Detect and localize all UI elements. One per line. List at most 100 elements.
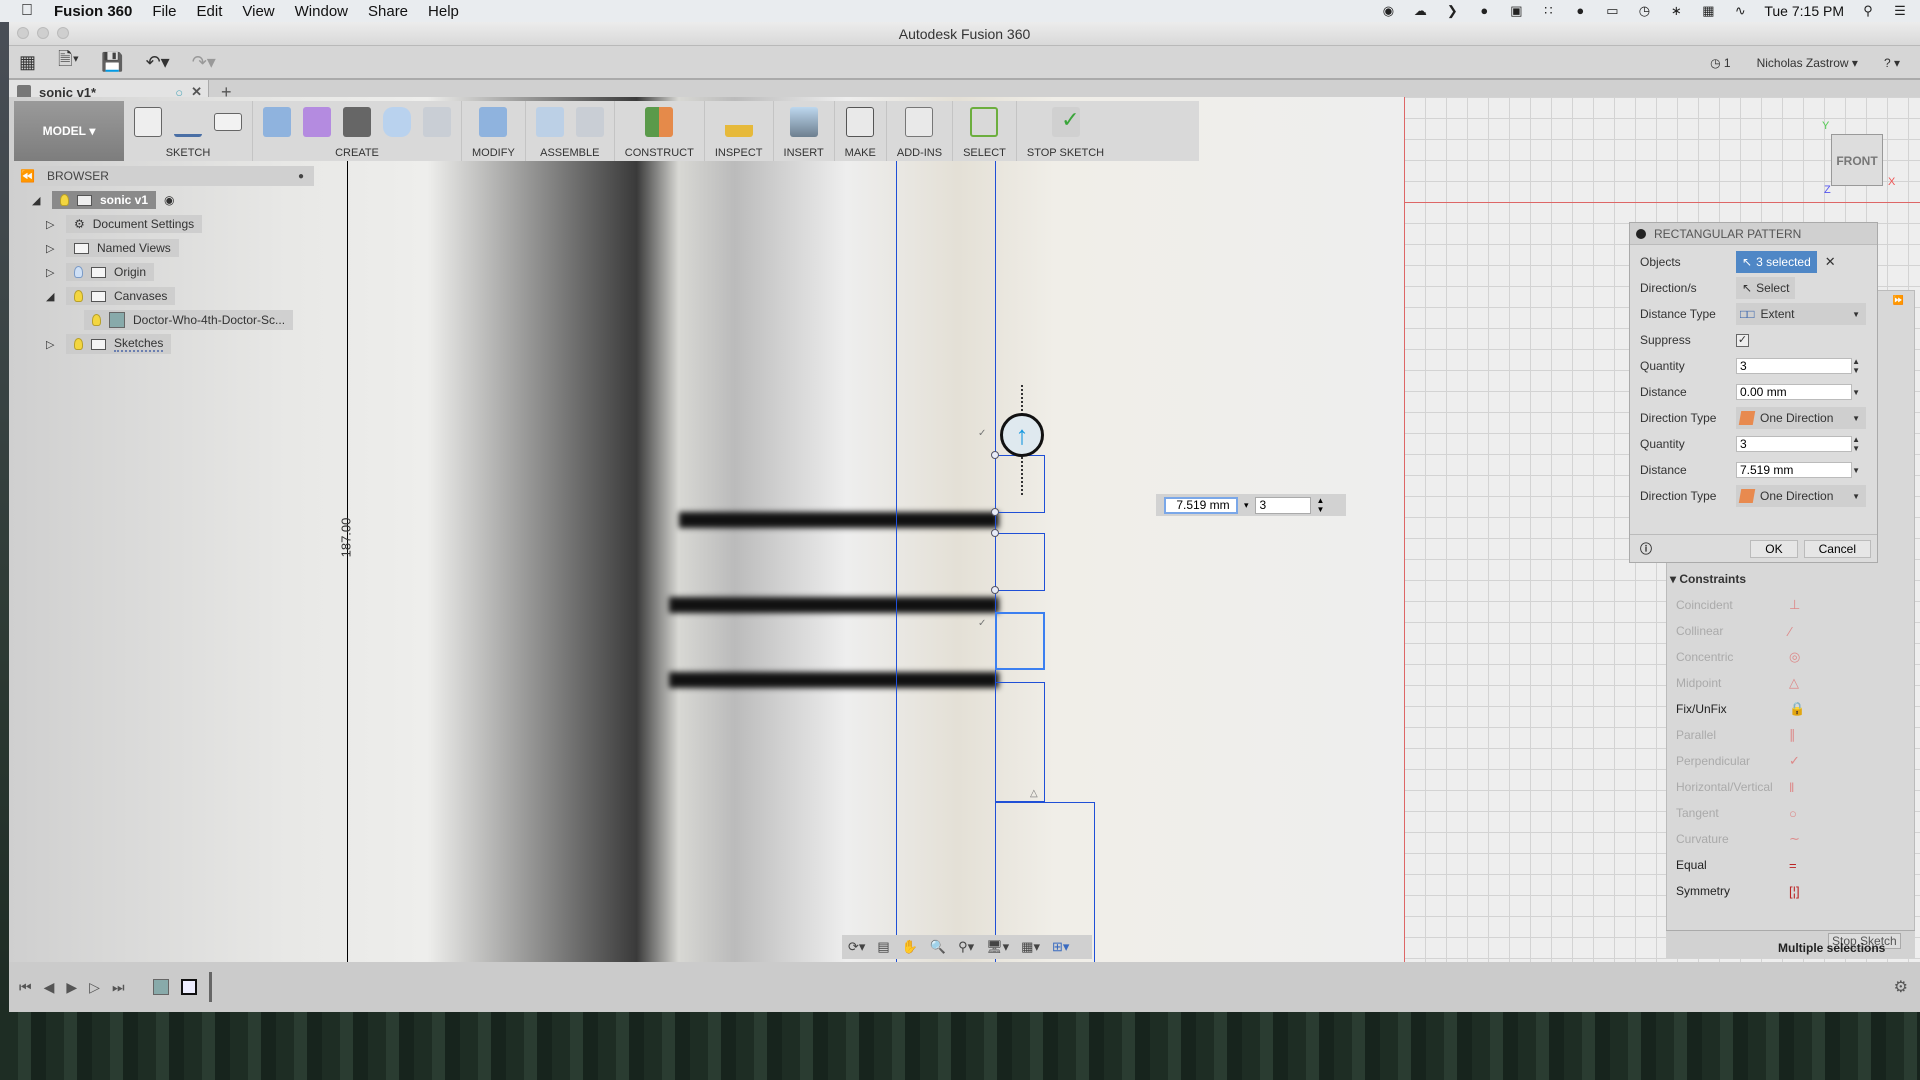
display-settings-icon[interactable]: 🖥▾: [986, 939, 1009, 955]
constraint-collinear[interactable]: Collinear ⁄: [1666, 618, 1915, 644]
activate-radio-icon[interactable]: ◉: [164, 193, 174, 207]
notification-center-icon[interactable]: ☰: [1892, 3, 1908, 19]
distance-dropdown-icon[interactable]: ▾: [1244, 500, 1249, 511]
menu-window[interactable]: Window: [295, 3, 348, 20]
cylinder-icon[interactable]: [383, 107, 411, 137]
ghost-icon[interactable]: ▣: [1508, 3, 1524, 19]
cancel-button[interactable]: Cancel: [1803, 539, 1871, 558]
suppress-checkbox[interactable]: ✓: [1736, 333, 1749, 347]
visibility-bulb-icon[interactable]: [74, 266, 83, 278]
distance2-input[interactable]: [1736, 462, 1852, 478]
inline-quantity-input[interactable]: [1254, 496, 1311, 514]
display-icon[interactable]: ▭: [1604, 3, 1620, 19]
distance1-input[interactable]: [1736, 384, 1852, 400]
go-to-start-icon[interactable]: ⏮: [19, 979, 32, 996]
press-pull-icon[interactable]: [479, 107, 508, 137]
quantity1-input[interactable]: [1736, 358, 1852, 374]
toolbar-group-sketch[interactable]: SKETCH: [124, 101, 253, 161]
bluetooth-icon[interactable]: ∗: [1668, 3, 1684, 19]
timeline-sketch-feature-icon[interactable]: [180, 979, 197, 995]
dimension-label[interactable]: 187.00: [338, 518, 353, 558]
pan-hand-icon[interactable]: ✋: [902, 939, 918, 955]
redo-icon[interactable]: ↷▾: [192, 52, 216, 73]
clear-selection-icon[interactable]: ✕: [1825, 254, 1836, 270]
menu-view[interactable]: View: [242, 3, 274, 20]
toolbar-stop-sketch[interactable]: ✓ STOP SKETCH: [1017, 101, 1114, 161]
menu-app[interactable]: Fusion 360: [54, 3, 132, 20]
canvas-image-icon[interactable]: [789, 107, 818, 137]
box-icon[interactable]: [263, 107, 291, 137]
toolbar-group-inspect[interactable]: INSPECT: [705, 101, 774, 161]
clock[interactable]: Tue 7:15 PM: [1764, 3, 1844, 19]
constraints-header[interactable]: ▾ Constraints: [1666, 572, 1915, 592]
quantity1-stepper[interactable]: ▲ ▼: [1852, 357, 1860, 375]
ok-button[interactable]: OK: [1750, 539, 1798, 558]
browser-root[interactable]: ◢ sonic v1 ◉: [14, 190, 314, 210]
toolbar-group-insert[interactable]: INSERT: [774, 101, 835, 161]
create-sketch-icon[interactable]: [134, 107, 162, 137]
constraint-midpoint[interactable]: Midpoint △: [1666, 670, 1915, 696]
collapse-icon[interactable]: ◢: [46, 290, 58, 303]
record-icon[interactable]: ◉: [1380, 3, 1396, 19]
expand-icon[interactable]: ▷: [46, 266, 58, 279]
play-icon[interactable]: ▶: [66, 979, 77, 996]
sketch-rectangle[interactable]: [995, 682, 1045, 802]
quantity2-input[interactable]: [1736, 436, 1852, 452]
bubble-icon[interactable]: ●: [1572, 3, 1588, 19]
sketch-point[interactable]: [991, 508, 999, 516]
visibility-bulb-icon[interactable]: [74, 338, 83, 350]
visibility-bulb-icon[interactable]: [60, 194, 69, 206]
help-menu[interactable]: ? ▾: [1884, 56, 1900, 70]
zoom-icon[interactable]: 🔍: [930, 939, 946, 955]
quantity-stepper[interactable]: ▲ ▼: [1317, 496, 1325, 514]
menu-help[interactable]: Help: [428, 3, 459, 20]
browser-item-origin[interactable]: ▷ Origin: [14, 262, 314, 282]
minimize-window-button[interactable]: [37, 27, 49, 39]
toolbar-group-construct[interactable]: CONSTRUCT: [615, 101, 705, 161]
orbit-icon[interactable]: ⟳▾: [848, 939, 865, 955]
viewports-icon[interactable]: ⊞▾: [1052, 939, 1069, 955]
step-back-icon[interactable]: ◀: [44, 979, 55, 996]
coil-icon[interactable]: [343, 107, 371, 137]
constraint-fix-unfix[interactable]: Fix/UnFix 🔒: [1666, 696, 1915, 722]
constraint-concentric[interactable]: Concentric ◎: [1666, 644, 1915, 670]
constraint-parallel[interactable]: Parallel ∥: [1666, 722, 1915, 748]
quantity2-stepper[interactable]: ▲ ▼: [1852, 435, 1860, 453]
fit-icon[interactable]: ⚲▾: [958, 939, 974, 955]
save-icon[interactable]: 💾: [101, 52, 123, 73]
constraint-equal[interactable]: Equal =: [1666, 852, 1915, 878]
form-icon[interactable]: [303, 107, 331, 137]
toolbar-group-assemble[interactable]: ASSEMBLE: [526, 101, 615, 161]
workspace-switcher[interactable]: MODEL ▾: [14, 101, 124, 161]
creative-cloud-icon[interactable]: ●: [1476, 3, 1492, 19]
browser-item-canvas-image[interactable]: Doctor-Who-4th-Doctor-Sc...: [14, 310, 314, 330]
toolbar-group-modify[interactable]: MODIFY: [462, 101, 526, 161]
inline-distance-input[interactable]: [1164, 496, 1238, 514]
browser-item-document-settings[interactable]: ▷ ⚙ Document Settings: [14, 214, 314, 234]
constraint-perpendicular[interactable]: Perpendicular ✓: [1666, 748, 1915, 774]
zoom-window-button[interactable]: [57, 27, 69, 39]
expand-icon[interactable]: ▷: [46, 338, 58, 351]
plane-icon[interactable]: [645, 107, 674, 137]
info-icon[interactable]: ⓘ: [1640, 540, 1652, 557]
browser-item-named-views[interactable]: ▷ Named Views: [14, 238, 314, 258]
constraint-horizontal-vertical[interactable]: Horizontal/Vertical ‖: [1666, 774, 1915, 800]
sketch-point[interactable]: [991, 529, 999, 537]
pattern-direction-arrow-manipulator[interactable]: ↑: [1000, 413, 1044, 457]
distance-type-dropdown[interactable]: □□ Extent ▼: [1736, 303, 1866, 325]
toolbar-group-create[interactable]: CREATE: [253, 101, 462, 161]
constraint-tangent[interactable]: Tangent ○: [1666, 800, 1915, 826]
undo-icon[interactable]: ↶▾: [146, 52, 170, 73]
go-to-end-icon[interactable]: ⏭: [112, 979, 125, 996]
distance1-dropdown-icon[interactable]: ▼: [1852, 388, 1860, 397]
stop-sketch-icon[interactable]: ✓: [1051, 107, 1080, 137]
rectangle-icon[interactable]: [214, 113, 242, 131]
constraint-symmetry[interactable]: Symmetry [¦]: [1666, 878, 1915, 904]
toolbar-group-add-ins[interactable]: ADD-INS: [887, 101, 954, 161]
calendar-icon[interactable]: ▦: [1700, 3, 1716, 19]
sketch-rectangle[interactable]: [995, 533, 1045, 591]
visibility-bulb-icon[interactable]: [74, 290, 83, 302]
constraint-coincident[interactable]: Coincident ⊥: [1666, 592, 1915, 618]
job-status[interactable]: ◷ 1: [1710, 56, 1731, 70]
expand-icon[interactable]: ◢: [32, 194, 44, 207]
